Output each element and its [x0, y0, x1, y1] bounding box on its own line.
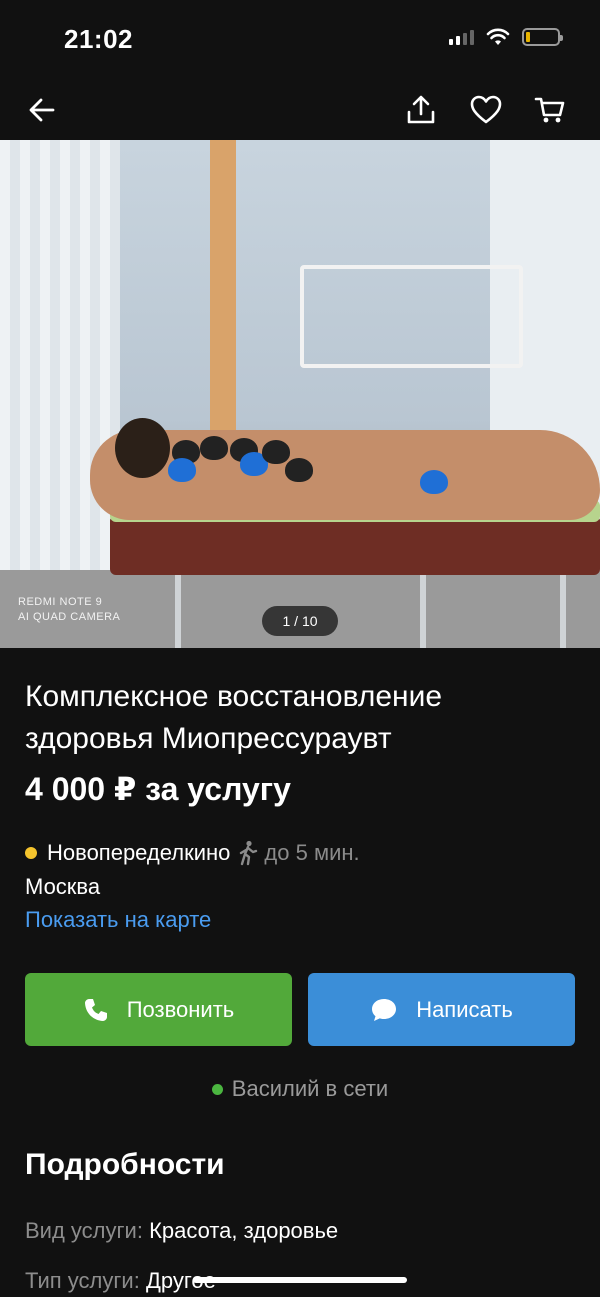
- listing-price: 4 000 ₽ за услугу: [25, 771, 291, 807]
- nav-bar: [0, 80, 600, 140]
- seller-online-status: Василий в сети: [0, 1076, 600, 1102]
- detail-key: Вид услуги:: [25, 1218, 143, 1243]
- walking-person-icon: [240, 840, 258, 866]
- message-button[interactable]: Написать: [308, 973, 575, 1046]
- phone-icon: [83, 997, 109, 1023]
- battery-icon: [522, 28, 563, 46]
- home-indicator[interactable]: [193, 1277, 407, 1283]
- status-time: 21:02: [64, 24, 133, 54]
- back-button[interactable]: [20, 88, 64, 132]
- walk-time-label: до 5 мин.: [264, 840, 360, 865]
- photo-watermark: REDMI NOTE 9 AI QUAD CAMERA: [18, 596, 121, 623]
- walk-time: до 5 мин.: [236, 840, 360, 866]
- metro-station: Новопеределкино: [47, 840, 231, 865]
- heart-icon: [470, 95, 502, 124]
- arrow-left-icon: [29, 98, 55, 122]
- metro-info: Новопеределкино до 5 мин.: [25, 840, 360, 866]
- photo-massage-table: [110, 515, 600, 575]
- cellular-signal-icon: [449, 29, 474, 45]
- listing-title: Комплексное восстановление здоровья Миоп…: [25, 680, 443, 755]
- show-on-map-link[interactable]: Показать на карте: [25, 907, 211, 933]
- detail-key: Тип услуги:: [25, 1268, 140, 1293]
- share-icon: [407, 95, 435, 124]
- share-button[interactable]: [399, 88, 443, 132]
- city-label: Москва: [25, 874, 101, 899]
- status-icons: [449, 28, 563, 46]
- favorite-button[interactable]: [464, 88, 508, 132]
- seller-online-text: Василий в сети: [231, 1076, 389, 1101]
- cart-icon: [534, 97, 565, 123]
- status-bar: 21:02: [0, 0, 600, 80]
- online-dot: [211, 1083, 223, 1095]
- photo-counter: 1 / 10: [262, 606, 338, 636]
- chat-bubble-icon: [370, 997, 398, 1023]
- photo-equipment-rack: [300, 265, 523, 368]
- detail-row: Вид услуги: Красота, здоровье: [25, 1218, 338, 1244]
- photo-curtain: [0, 140, 120, 640]
- photo-gallery[interactable]: REDMI NOTE 9 AI QUAD CAMERA 1 / 10: [0, 140, 600, 648]
- detail-value: Красота, здоровье: [149, 1218, 339, 1243]
- call-button-label: Позвонить: [126, 996, 235, 1022]
- detail-row: Тип услуги: Другое: [25, 1268, 216, 1294]
- cart-button[interactable]: [528, 88, 572, 132]
- details-heading: Подробности: [25, 1148, 225, 1181]
- message-button-label: Написать: [416, 996, 513, 1022]
- wifi-icon: [486, 28, 510, 45]
- call-button[interactable]: Позвонить: [25, 973, 292, 1046]
- metro-line-dot: [25, 847, 37, 859]
